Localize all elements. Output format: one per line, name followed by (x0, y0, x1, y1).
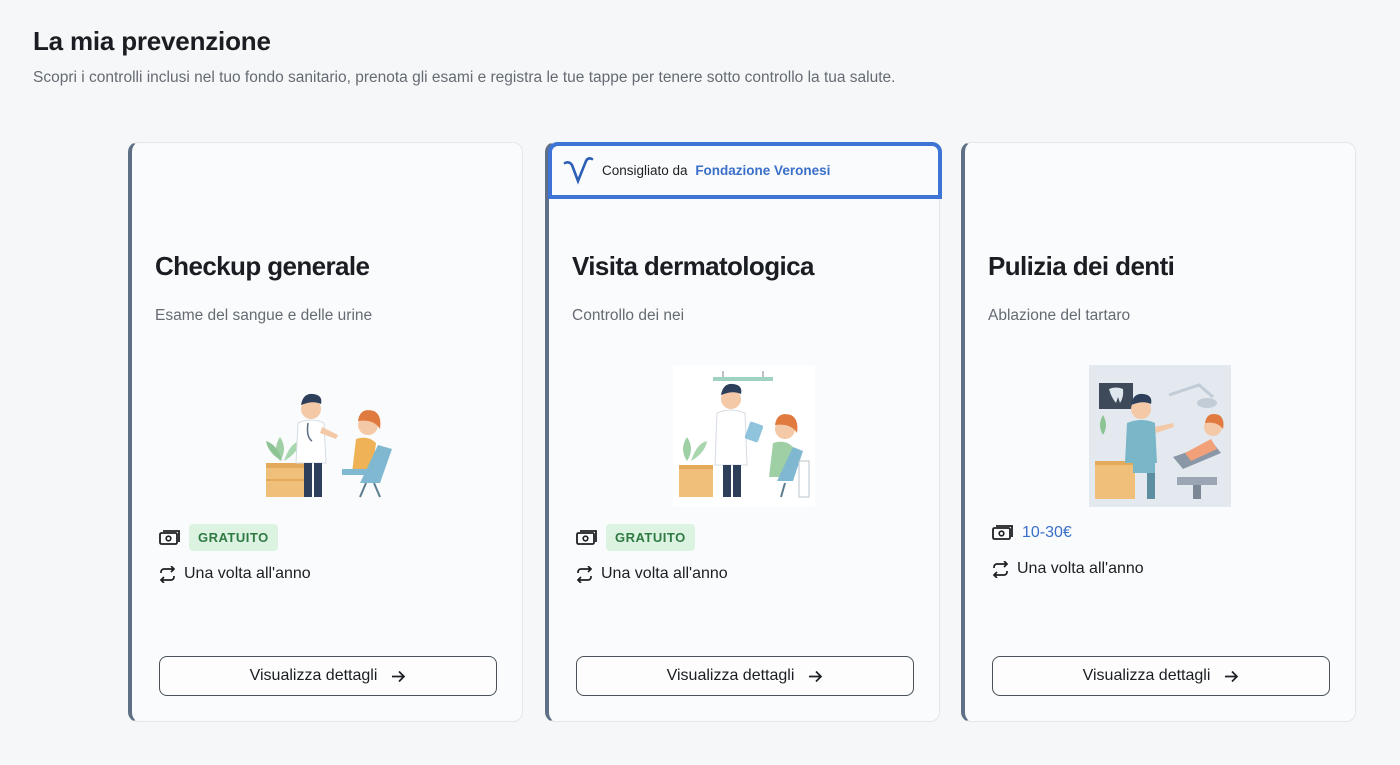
recommendation-prefix: Consigliato da (602, 163, 688, 178)
recommendation-org: Fondazione Veronesi (691, 163, 831, 178)
fondazione-veronesi-logo-icon (563, 156, 594, 185)
arrow-right-icon (392, 670, 406, 682)
frequency-text: Una volta all'anno (1017, 560, 1144, 577)
price-row: GRATUITO (576, 524, 695, 551)
price-row: 10-30€ (992, 524, 1072, 542)
button-label: Visualizza dettagli (249, 667, 378, 684)
view-details-button[interactable]: Visualizza dettagli (159, 656, 497, 696)
card-description: Esame del sangue e delle urine (155, 307, 373, 324)
prevention-card-dental: Pulizia dei denti Ablazione del tartaro (961, 142, 1356, 722)
arrow-right-icon (809, 670, 823, 682)
card-title: Checkup generale (155, 251, 370, 281)
recommendation-banner: Consigliato da Fondazione Veronesi (548, 142, 942, 199)
doctor-patient-illustration (256, 365, 398, 507)
prevention-card-checkup: Checkup generale Esame del sangue e dell… (128, 142, 523, 722)
card-title: Visita dermatologica (572, 251, 814, 281)
arrow-right-icon (1225, 670, 1239, 682)
view-details-button[interactable]: Visualizza dettagli (576, 656, 914, 696)
frequency-text: Una volta all'anno (184, 565, 311, 582)
frequency-row: Una volta all'anno (576, 565, 728, 583)
free-badge: GRATUITO (606, 524, 695, 551)
frequency-text: Una volta all'anno (601, 565, 728, 582)
dermatology-visit-illustration (673, 365, 815, 507)
money-icon (992, 525, 1013, 540)
button-label: Visualizza dettagli (666, 667, 795, 684)
price-row: GRATUITO (159, 524, 278, 551)
page-title: La mia prevenzione (33, 26, 271, 56)
card-description: Controllo dei nei (572, 307, 685, 324)
frequency-row: Una volta all'anno (992, 560, 1144, 578)
money-icon (159, 529, 180, 545)
card-title: Pulizia dei denti (988, 251, 1175, 281)
dental-cleaning-illustration (1089, 365, 1231, 507)
frequency-row: Una volta all'anno (159, 565, 311, 583)
repeat-icon (159, 565, 176, 583)
price-range: 10-30€ (1022, 524, 1072, 541)
money-icon (576, 529, 597, 545)
button-label: Visualizza dettagli (1082, 667, 1211, 684)
repeat-icon (992, 560, 1009, 578)
view-details-button[interactable]: Visualizza dettagli (992, 656, 1330, 696)
prevention-card-dermatology: Consigliato da Fondazione Veronesi Visit… (545, 142, 942, 722)
page-subtitle: Scopri i controlli inclusi nel tuo fondo… (33, 69, 896, 86)
free-badge: GRATUITO (189, 524, 278, 551)
card-description: Ablazione del tartaro (988, 307, 1131, 324)
repeat-icon (576, 565, 593, 583)
